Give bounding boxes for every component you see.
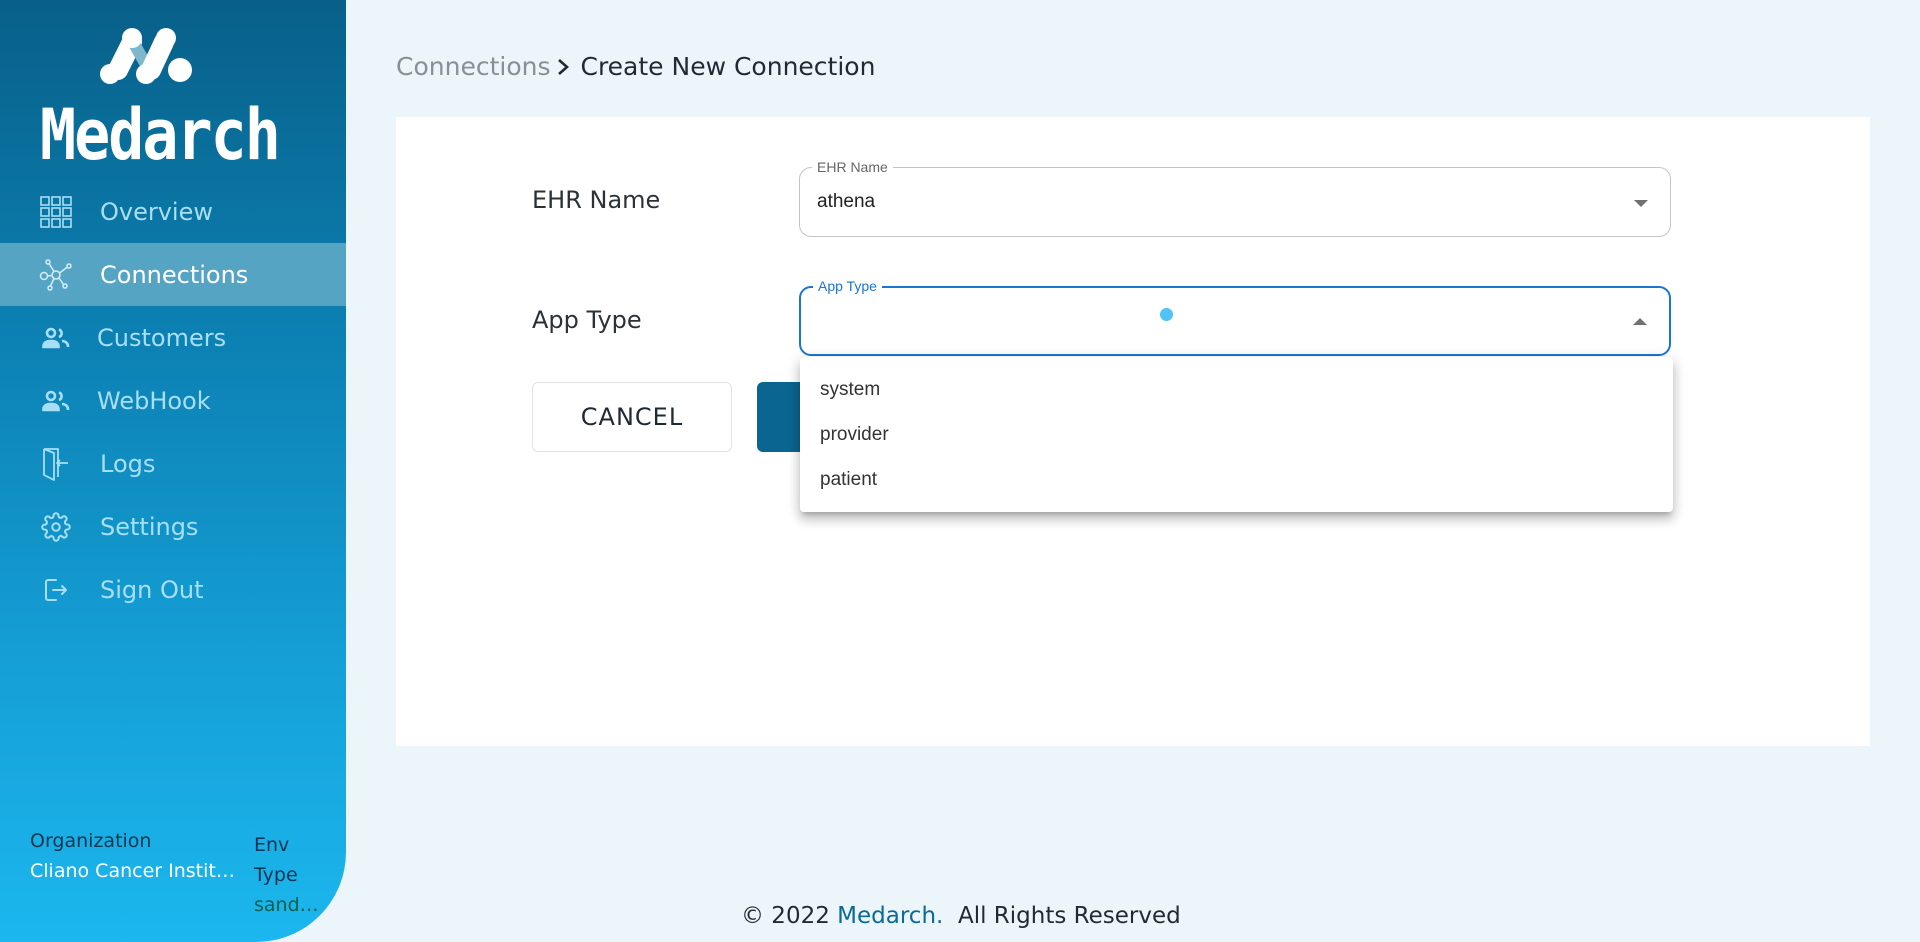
env-type-label: Type <box>254 864 298 886</box>
gear-icon <box>38 509 74 545</box>
sidebar-item-label: Customers <box>97 323 227 352</box>
sidebar-item-settings[interactable]: Settings <box>0 495 346 558</box>
ripple-dot <box>1160 308 1173 321</box>
cancel-button[interactable]: CANCEL <box>532 382 732 452</box>
caret-up-icon <box>1633 318 1647 325</box>
app-type-dropdown-menu: system provider patient <box>800 357 1673 512</box>
organization-info: Organization Cliano Cancer Institute <box>30 830 240 882</box>
organization-label: Organization <box>30 830 152 852</box>
sidebar-item-label: Sign Out <box>100 575 204 604</box>
medarch-logo[interactable]: Medarch <box>40 28 281 177</box>
app-type-option-patient[interactable]: patient <box>800 457 1673 502</box>
sidebar: Medarch Overview Connections Customers W… <box>0 0 346 942</box>
people-icon <box>38 383 74 419</box>
breadcrumb: Connections Create New Connection <box>396 52 875 81</box>
organization-value: Cliano Cancer Institute <box>30 860 240 882</box>
caret-down-icon <box>1634 200 1648 207</box>
sidebar-item-webhook[interactable]: WebHook <box>0 369 346 432</box>
ehr-name-value: athena <box>817 191 876 212</box>
logo-text: Medarch <box>40 94 281 177</box>
app-type-option-system[interactable]: system <box>800 367 1673 412</box>
env-type-value: sandbox <box>254 894 326 916</box>
page-title: Create New Connection <box>580 52 876 81</box>
footer-rights: All Rights Reserved <box>943 903 1181 929</box>
ehr-name-label: EHR Name <box>532 186 661 214</box>
chevron-right-icon <box>556 57 570 77</box>
footer-brand-link[interactable]: Medarch. <box>837 903 943 929</box>
ehr-name-select[interactable]: EHR Name athena <box>799 159 1671 237</box>
people-icon <box>38 320 74 356</box>
sidebar-item-label: Logs <box>100 449 156 478</box>
sidebar-item-overview[interactable]: Overview <box>0 180 346 243</box>
app-type-label: App Type <box>532 306 642 334</box>
app-type-option-provider[interactable]: provider <box>800 412 1673 457</box>
sidebar-item-connections[interactable]: Connections <box>0 243 346 306</box>
sidebar-item-label: Connections <box>100 260 249 289</box>
sign-out-icon <box>38 572 74 608</box>
app-type-legend: App Type <box>813 278 882 294</box>
footer: © 2022 Medarch. All Rights Reserved <box>741 903 1181 929</box>
ehr-name-legend: EHR Name <box>812 159 893 175</box>
sidebar-item-label: WebHook <box>97 386 211 415</box>
sidebar-item-sign-out[interactable]: Sign Out <box>0 558 346 621</box>
sidebar-nav: Overview Connections Customers WebHook L… <box>0 180 346 621</box>
sidebar-item-customers[interactable]: Customers <box>0 306 346 369</box>
env-label: Env <box>254 834 290 856</box>
grid-icon <box>38 194 74 230</box>
app-type-select[interactable]: App Type <box>799 278 1671 356</box>
sidebar-item-label: Overview <box>100 197 213 226</box>
breadcrumb-connections-link[interactable]: Connections <box>396 52 550 81</box>
footer-copyright: © 2022 <box>741 903 838 929</box>
door-enter-icon <box>38 446 74 482</box>
sidebar-item-logs[interactable]: Logs <box>0 432 346 495</box>
logo-mark-icon <box>100 28 192 84</box>
sidebar-item-label: Settings <box>100 512 199 541</box>
env-type-info: Env Type sandbox <box>254 830 334 920</box>
network-icon <box>38 257 74 293</box>
